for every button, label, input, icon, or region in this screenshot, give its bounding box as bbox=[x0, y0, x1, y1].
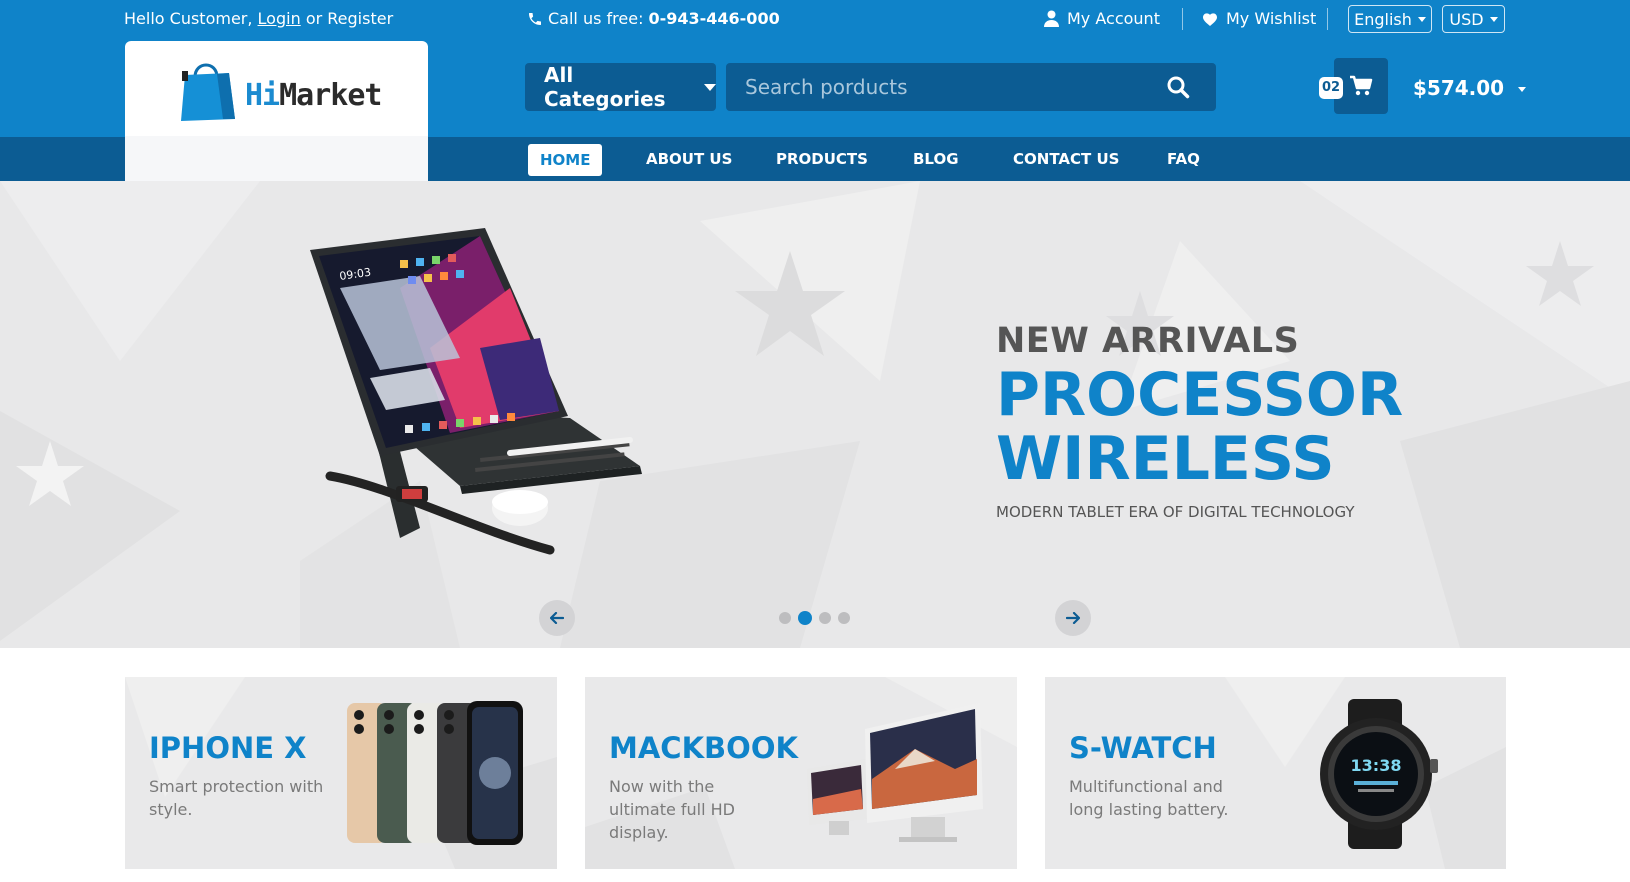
hero-tablet-image: 09:03 bbox=[310, 228, 642, 555]
language-value: English bbox=[1354, 9, 1412, 29]
caret-down-icon bbox=[1518, 87, 1527, 92]
banner-title: MACKBOOK bbox=[609, 731, 798, 765]
greeting-text: Hello Customer, bbox=[124, 9, 253, 28]
my-wishlist-link[interactable]: My Wishlist bbox=[1202, 9, 1316, 28]
slider-next-button[interactable] bbox=[1055, 600, 1091, 636]
logo-text-market: Market bbox=[279, 78, 382, 113]
banner-description: Multifunctional and long lasting battery… bbox=[1069, 777, 1229, 819]
search-bar bbox=[726, 63, 1216, 111]
search-icon[interactable] bbox=[1166, 75, 1190, 99]
hero-slider: 09:03 NEW ARRIVALS PROCESSOR WIRELESS MO… bbox=[0, 181, 1630, 648]
banner-title: S-WATCH bbox=[1069, 731, 1217, 765]
call-label: Call us free: bbox=[548, 9, 644, 28]
hero-kicker: NEW ARRIVALS bbox=[996, 321, 1300, 361]
site-logo[interactable]: HiMarket bbox=[177, 57, 383, 123]
hero-title-line2: WIRELESS bbox=[996, 424, 1335, 494]
arrow-left-icon bbox=[550, 612, 564, 624]
or-text: or bbox=[305, 9, 323, 28]
smartwatch-image: 13:38 bbox=[1320, 699, 1438, 849]
logo-container[interactable]: HiMarket bbox=[125, 41, 428, 181]
divider bbox=[1182, 8, 1183, 30]
banner-description: Now with the ultimate full HD display. bbox=[609, 777, 735, 842]
divider bbox=[1327, 8, 1328, 30]
logo-text: HiMarket bbox=[245, 78, 383, 113]
slider-dot-active[interactable] bbox=[798, 611, 812, 625]
arrow-right-icon bbox=[1066, 612, 1080, 624]
banner-description: Smart protection with style. bbox=[149, 777, 324, 819]
phone-number: 0-943-446-000 bbox=[648, 9, 780, 28]
my-account-link[interactable]: My Account bbox=[1044, 9, 1160, 28]
hero-title-line1: PROCESSOR bbox=[996, 360, 1404, 430]
search-input[interactable] bbox=[726, 63, 1146, 111]
promo-banner-swatch[interactable]: S-WATCH Multifunctional and long lasting… bbox=[1045, 677, 1506, 869]
top-bar: Hello Customer, Login or Register Call u… bbox=[0, 0, 1630, 38]
currency-select[interactable]: USD bbox=[1442, 5, 1505, 33]
hero-caption: NEW ARRIVALS PROCESSOR WIRELESS MODERN T… bbox=[996, 321, 1403, 521]
user-icon bbox=[1044, 10, 1059, 27]
category-dropdown[interactable]: All Categories bbox=[525, 63, 716, 111]
greeting: Hello Customer, Login or Register bbox=[124, 9, 393, 28]
caret-down-icon bbox=[1489, 16, 1498, 22]
nav-contact-us[interactable]: Contact Us bbox=[1013, 137, 1119, 181]
watch-time: 13:38 bbox=[1351, 756, 1402, 775]
banner-title: IPHONE X bbox=[149, 731, 307, 765]
logo-text-hi: Hi bbox=[245, 78, 280, 113]
nav-about-us[interactable]: About Us bbox=[646, 137, 732, 181]
imac-image bbox=[807, 703, 983, 842]
register-link[interactable]: Register bbox=[327, 9, 393, 28]
shopping-bag-icon bbox=[181, 63, 235, 121]
nav-products[interactable]: Products bbox=[776, 137, 868, 181]
nav-home[interactable]: Home bbox=[528, 144, 603, 176]
logo-box-lower bbox=[125, 136, 428, 181]
slider-dot[interactable] bbox=[838, 612, 850, 624]
phone-info: Call us free: 0-943-446-000 bbox=[527, 9, 780, 28]
slider-dots bbox=[779, 611, 850, 625]
slider-dot[interactable] bbox=[819, 612, 831, 624]
site-header: Hello Customer, Login or Register Call u… bbox=[0, 0, 1630, 181]
nav-faq[interactable]: FAQ bbox=[1167, 137, 1200, 181]
caret-down-icon bbox=[704, 83, 716, 91]
slider-prev-button[interactable] bbox=[539, 600, 575, 636]
language-select[interactable]: English bbox=[1348, 5, 1432, 33]
cart-icon bbox=[1350, 75, 1373, 96]
promo-banner-iphone[interactable]: IPHONE X Smart protection with style. bbox=[125, 677, 557, 869]
cart-total[interactable]: $574.00 bbox=[1413, 76, 1527, 100]
heart-icon bbox=[1203, 12, 1217, 26]
my-account-label: My Account bbox=[1067, 9, 1160, 28]
promo-banner-macbook[interactable]: MACKBOOK Now with the ultimate full HD d… bbox=[585, 677, 1017, 869]
login-link[interactable]: Login bbox=[258, 9, 301, 28]
phone-icon bbox=[529, 12, 541, 25]
my-wishlist-label: My Wishlist bbox=[1226, 9, 1317, 28]
cart-count-badge: 02 bbox=[1319, 77, 1343, 99]
hero-subtitle: MODERN TABLET ERA OF DIGITAL TECHNOLOGY bbox=[996, 503, 1355, 521]
slider-dot[interactable] bbox=[779, 612, 791, 624]
iphone-image bbox=[347, 701, 523, 845]
category-label: All Categories bbox=[544, 63, 666, 111]
currency-value: USD bbox=[1449, 9, 1484, 29]
caret-down-icon bbox=[1417, 16, 1426, 22]
nav-blog[interactable]: Blog bbox=[913, 137, 959, 181]
cart-total-value: $574.00 bbox=[1413, 76, 1505, 100]
